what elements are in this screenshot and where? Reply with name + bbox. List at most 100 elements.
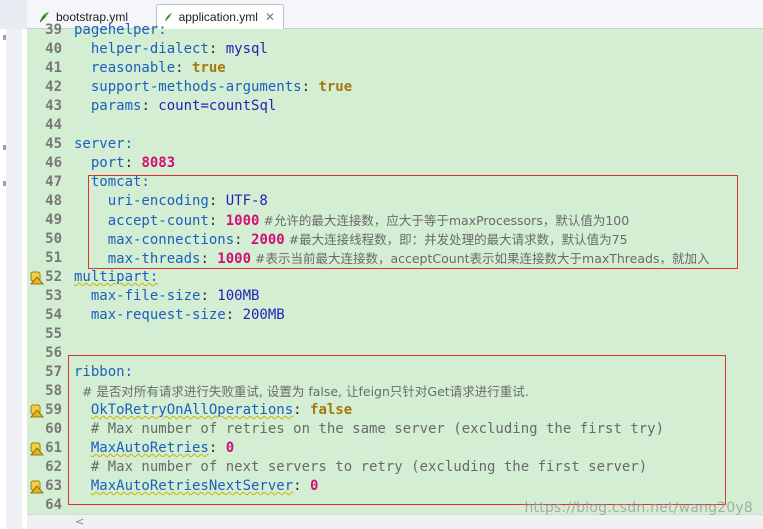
line-number: 46 (45, 155, 62, 171)
code-line[interactable]: 58 # 是否对所有请求进行失败重试, 设置为 false, 让feign只针对… (27, 382, 763, 401)
code-line[interactable]: 52 multipart: (27, 268, 763, 287)
code-line[interactable]: 62 # Max number of next servers to retry… (27, 458, 763, 477)
code-line[interactable]: 45 server: (27, 135, 763, 154)
code-token: MaxAutoRetriesNextServer (90, 478, 294, 494)
code-token: support-methods-arguments (74, 79, 302, 95)
code-token: : (208, 193, 226, 209)
code-line[interactable]: 42 support-methods-arguments: true (27, 78, 763, 97)
code-line[interactable]: 61 MaxAutoRetries: 0 (27, 439, 763, 458)
scroll-left-icon[interactable]: < (75, 515, 84, 529)
warning-marker-icon[interactable] (30, 480, 44, 494)
code-text: # Max number of retries on the same serv… (74, 420, 664, 439)
code-token: 0 (225, 440, 235, 456)
code-text: accept-count: 1000 #允许的最大连接数，应大于等于maxPro… (74, 211, 630, 231)
code-token: : (124, 155, 142, 171)
code-token: accept-count (74, 213, 209, 229)
warning-marker-icon[interactable] (30, 271, 44, 285)
code-text: support-methods-arguments: true (74, 78, 352, 97)
code-line[interactable]: 59 OkToRetryOnAllOperations: false (27, 401, 763, 420)
code-editor[interactable]: 39 pagehelper: 40 helper-dialect: mysql 41 … (27, 22, 763, 514)
code-token: UTF-8 (225, 193, 268, 209)
code-token: max-file-size (74, 288, 201, 304)
code-token: : (141, 98, 159, 114)
code-text: MaxAutoRetries: 0 (74, 439, 234, 458)
code-token: : (293, 478, 311, 494)
code-token: max-connections (74, 232, 235, 248)
code-line[interactable]: 57 ribbon: (27, 363, 763, 382)
line-number: 44 (45, 117, 62, 133)
ruler-strip (6, 29, 22, 529)
code-token: uri-encoding (74, 193, 209, 209)
line-number: 58 (45, 383, 62, 399)
code-line[interactable]: 60 # Max number of retries on the same s… (27, 420, 763, 439)
code-line[interactable]: 54 max-request-size: 200MB (27, 306, 763, 325)
code-text: max-request-size: 200MB (74, 306, 285, 325)
code-text: # Max number of next servers to retry (e… (74, 458, 647, 477)
code-token: # Max number of next servers to retry (e… (74, 459, 648, 475)
code-text: # 是否对所有请求进行失败重试, 设置为 false, 让feign只针对Get… (74, 382, 529, 402)
code-token: : (234, 232, 252, 248)
line-number: 48 (45, 193, 62, 209)
code-token: 100MB (217, 288, 260, 304)
code-token: #表示当前最大连接数，acceptCount表示如果连接数大于maxThread… (251, 251, 710, 266)
code-line[interactable]: 47 tomcat: (27, 173, 763, 192)
line-number: 60 (45, 421, 62, 437)
code-text: ribbon: (74, 363, 133, 382)
code-line[interactable]: 40 helper-dialect: mysql (27, 40, 763, 59)
line-number: 55 (45, 326, 62, 342)
code-text: server: (74, 135, 133, 154)
line-number: 41 (45, 60, 62, 76)
code-token: 1000 (217, 251, 252, 267)
code-line[interactable]: 44 (27, 116, 763, 135)
code-token: MaxAutoRetries (90, 440, 209, 456)
code-token: : (208, 213, 226, 229)
horizontal-scrollbar[interactable]: < (27, 514, 763, 529)
code-token: : (293, 402, 311, 418)
watermark: https://blog.csdn.net/wang20y8 (524, 500, 753, 516)
code-text: multipart: (74, 268, 158, 287)
code-token: pagehelper: (74, 22, 167, 38)
code-line[interactable]: 49 accept-count: 1000 #允许的最大连接数，应大于等于max… (27, 211, 763, 230)
line-number: 51 (45, 250, 62, 266)
code-line[interactable]: 51 max-threads: 1000 #表示当前最大连接数，acceptCo… (27, 249, 763, 268)
warning-marker-icon[interactable] (30, 404, 44, 418)
code-line[interactable]: 48 uri-encoding: UTF-8 (27, 192, 763, 211)
code-token: false (310, 402, 353, 418)
line-number: 53 (45, 288, 62, 304)
code-line[interactable]: 41 reasonable: true (27, 59, 763, 78)
code-text: helper-dialect: mysql (74, 40, 268, 59)
code-line[interactable]: 56 (27, 344, 763, 363)
code-token: multipart: (74, 269, 159, 285)
code-line[interactable]: 46 port: 8083 (27, 154, 763, 173)
code-token: true (318, 79, 353, 95)
code-line[interactable]: 50 max-connections: 2000 #最大连接线程数，即：并发处理… (27, 230, 763, 249)
code-token: : (208, 41, 226, 57)
code-token: mysql (225, 41, 268, 57)
code-line[interactable]: 55 (27, 325, 763, 344)
code-token: tomcat: (74, 174, 150, 190)
code-token: : (225, 307, 243, 323)
line-number: 50 (45, 231, 62, 247)
code-line[interactable]: 53 max-file-size: 100MB (27, 287, 763, 306)
code-line[interactable]: 39 pagehelper: (27, 21, 763, 40)
warning-marker-icon[interactable] (30, 442, 44, 456)
ruler-mark (3, 145, 6, 150)
code-token: helper-dialect (74, 41, 209, 57)
tab-bar-left-strip (0, 0, 27, 29)
line-number: 40 (45, 41, 62, 57)
code-token: reasonable (74, 60, 176, 76)
code-text: pagehelper: (74, 21, 167, 40)
code-token: #允许的最大连接数，应大于等于maxProcessors，默认值为100 (259, 213, 630, 228)
line-number: 54 (45, 307, 62, 323)
code-token: #最大连接线程数，即：并发处理的最大请求数，默认值为75 (284, 232, 628, 247)
code-text: reasonable: true (74, 59, 226, 78)
code-text: uri-encoding: UTF-8 (74, 192, 268, 211)
code-token: params (74, 98, 142, 114)
code-token: 1000 (225, 213, 260, 229)
code-token: max-request-size (74, 307, 226, 323)
code-text: params: count=countSql (74, 97, 276, 116)
line-number: 49 (45, 212, 62, 228)
code-line[interactable]: 43 params: count=countSql (27, 97, 763, 116)
code-line[interactable]: 63 MaxAutoRetriesNextServer: 0 (27, 477, 763, 496)
